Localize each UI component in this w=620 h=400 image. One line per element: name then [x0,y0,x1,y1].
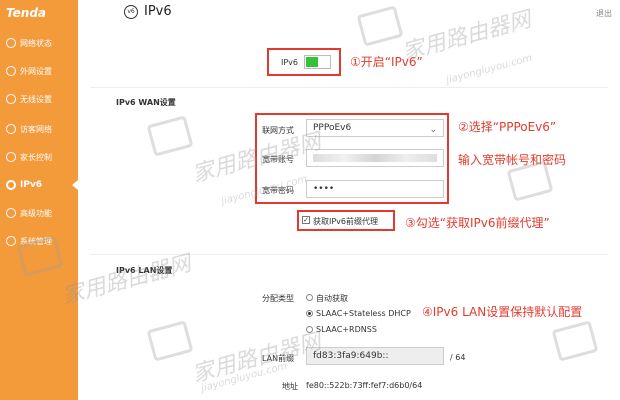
sidebar-item-label: IPv6 [20,180,43,190]
ipv6-toggle[interactable] [304,55,331,69]
guest-icon [6,124,16,134]
sidebar-item-label: 访客网络 [20,124,52,134]
alloc-type-label: 分配类型 [262,294,294,303]
logout-link[interactable]: 退出 [596,8,612,19]
sidebar-item-guest[interactable]: 访客网络 [0,116,78,142]
parental-icon [6,152,16,162]
sidebar: Tenda 网络状态 外网设置 无线设置 访客网络 家长控制 IPv6 高级功能… [0,0,78,400]
watermark-text: 家用路由器网 [59,251,194,310]
prefix-proxy-label: 获取IPv6前缀代理 [313,217,379,226]
wifi-icon [6,94,16,104]
radio-slaac-dhcp[interactable] [306,310,313,317]
sidebar-item-wireless[interactable]: 无线设置 [0,86,78,112]
radio-auto[interactable] [306,294,313,301]
watermark-house-icon [551,320,599,362]
lan-prefix-length: / 64 [450,353,466,362]
chevron-down-icon: ⌄ [429,125,437,135]
wan-section-title: IPv6 WAN设置 [116,98,176,107]
toggle-knob [306,57,318,67]
sidebar-item-label: 外网设置 [20,66,52,76]
account-input[interactable] [306,149,444,167]
gear-icon [6,236,16,246]
tenda-logo: Tenda [6,6,47,20]
prefix-proxy-checkbox[interactable]: ✓ [302,216,310,224]
address-value: fe80::522b:73ff:fef7:d6b0/64 [306,381,423,390]
page-title: IPv6 [144,4,172,19]
annotation-2b: 输入宽带帐号和密码 [458,153,567,167]
sidebar-item-parental[interactable]: 家长控制 [0,144,78,170]
sidebar-item-label: 家长控制 [20,152,52,162]
sidebar-item-label: 网络状态 [20,38,52,48]
network-status-icon [6,38,16,48]
radio-auto-label: 自动获取 [316,294,348,303]
sidebar-item-advanced[interactable]: 高级功能 [0,200,78,226]
annotation-2: ②选择“PPPoEv6” [458,120,557,134]
advanced-icon [6,208,16,218]
watermark-house-icon [146,115,194,157]
connection-type-value: PPPoEv6 [313,123,352,133]
watermark-house-icon [356,5,404,47]
globe-icon [6,66,16,76]
radio-slaac-dhcp-label: SLAAC+Stateless DHCP [316,309,411,318]
sidebar-item-wan-settings[interactable]: 外网设置 [0,58,78,84]
address-label: 地址 [282,382,298,391]
radio-slaac-rdnss-label: SLAAC+RDNSS [316,325,377,334]
redacted-account [313,154,437,162]
sidebar-item-label: 高级功能 [20,208,52,218]
lan-prefix-input[interactable]: fd83:3fa9:649b:: [306,347,444,365]
ipv6-icon [6,180,16,190]
active-indicator-arrow [72,180,78,190]
sidebar-item-ipv6[interactable]: IPv6 [0,172,78,198]
connection-type-select[interactable]: PPPoEv6 ⌄ [306,119,444,137]
watermark-house-icon [146,320,194,362]
sidebar-item-label: 无线设置 [20,94,52,104]
ipv6-title-icon: v6 [124,5,138,19]
watermark-url: jiayongluyou.com [445,52,534,87]
ipv6-toggle-label: IPv6 [281,58,299,67]
annotation-3: ③勾选“获取IPv6前缀代理” [405,216,550,230]
sidebar-item-network-status[interactable]: 网络状态 [0,30,78,56]
divider [90,87,608,88]
password-input[interactable]: •••• [306,180,444,198]
annotation-4: ④IPv6 LAN设置保持默认配置 [422,305,583,319]
